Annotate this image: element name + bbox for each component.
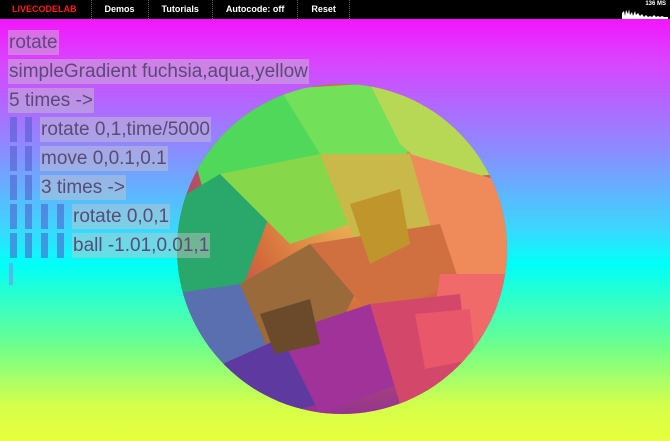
code-line-text[interactable]: simpleGradient fuchsia,aqua,yellow: [8, 59, 309, 84]
menu-reset[interactable]: Reset: [298, 0, 350, 19]
indent-bar: [41, 204, 48, 229]
indent-bar: [25, 117, 32, 142]
indent-bar: [10, 146, 17, 171]
indent-bar: [57, 233, 64, 258]
ball-facets: [177, 84, 507, 414]
indent-bar: [10, 117, 17, 142]
indent-bar: [57, 204, 64, 229]
code-line-text[interactable]: ball -1.01,0.01,1: [72, 233, 211, 258]
top-menu-bar: LIVECODELAB Demos Tutorials Autocode: of…: [0, 0, 670, 19]
fps-meter: 136 MS: [622, 0, 668, 19]
code-line-text[interactable]: move 0,0.1,0.1: [40, 146, 168, 171]
text-cursor: [9, 263, 13, 285]
code-line-text[interactable]: rotate 0,0,1: [72, 204, 171, 229]
app-logo[interactable]: LIVECODELAB: [0, 0, 92, 19]
indent-bar: [25, 146, 32, 171]
menu-autocode[interactable]: Autocode: off: [213, 0, 299, 19]
indent-bar: [25, 204, 32, 229]
indent-bar: [10, 204, 17, 229]
fps-graph: [622, 9, 668, 19]
menu-demos[interactable]: Demos: [92, 0, 149, 19]
menu-tutorials[interactable]: Tutorials: [149, 0, 213, 19]
indent-bar: [10, 233, 17, 258]
code-line-text[interactable]: rotate: [8, 30, 59, 55]
code-line-text[interactable]: 3 times ->: [40, 175, 126, 200]
indent-bar: [41, 233, 48, 258]
code-line-text[interactable]: rotate 0,1,time/5000: [40, 117, 211, 142]
indent-bar: [25, 233, 32, 258]
ball-canvas: [177, 84, 507, 414]
code-line-text[interactable]: 5 times ->: [8, 88, 94, 113]
indent-bar: [10, 175, 17, 200]
indent-bar: [25, 175, 32, 200]
